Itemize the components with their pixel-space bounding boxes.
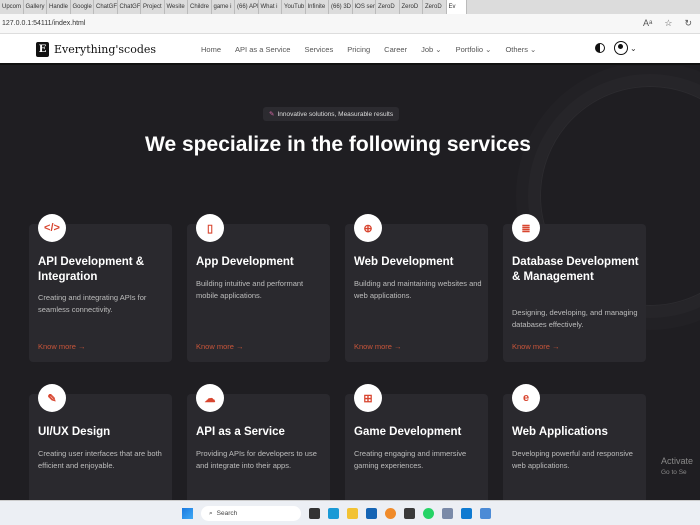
browser-tab[interactable]: Ev (446, 0, 467, 14)
nav-others[interactable]: Others ⌄ (505, 45, 536, 54)
service-title: Web Development (354, 256, 454, 268)
site-navbar: E Everything'scodes Home API as a Service… (0, 34, 700, 65)
nav-services[interactable]: Services (304, 45, 333, 54)
service-title: App Development (196, 256, 294, 268)
mobile-icon: ▯ (196, 214, 224, 242)
know-more-link[interactable]: Know more → (38, 342, 86, 351)
favorite-star-icon[interactable]: ☆ (664, 18, 672, 29)
browser-tab[interactable]: Google (71, 0, 94, 14)
service-title: UI/UX Design (38, 426, 111, 438)
browser-tab-bar: Upcom Gallery Handle Google ChatGF ChatGF Proj… (0, 0, 700, 14)
brand-name: Everything'scodes (54, 43, 157, 56)
nav-job[interactable]: Job ⌄ (421, 45, 441, 54)
url-text[interactable]: 127.0.0.1:54111/index.html (2, 20, 85, 27)
service-card: e Web Applications Developing powerful a… (503, 384, 646, 500)
brand-logo[interactable]: E Everything'scodes (36, 42, 156, 57)
service-description: Creating engaging and immersive gaming e… (354, 448, 467, 470)
taskbar-search[interactable]: ⌕ Search (201, 506, 301, 521)
browser-tab[interactable]: (66) 3D (329, 0, 353, 14)
service-title: API as a Service (196, 426, 285, 438)
browser-tab[interactable]: Wesite (165, 0, 188, 14)
pen-icon: ✎ (38, 384, 66, 412)
browser-tab[interactable]: ZeroD (423, 0, 447, 14)
edge-icon[interactable] (328, 508, 339, 519)
browser-tab[interactable]: (66) API (235, 0, 259, 14)
address-bar[interactable]: 127.0.0.1:54111/index.html Aᵃ ☆ ↻ (0, 14, 700, 34)
browser-tab[interactable]: What i (259, 0, 282, 14)
service-description: Developing powerful and responsive web a… (512, 448, 633, 470)
camera-icon[interactable] (442, 508, 453, 519)
read-aloud-icon[interactable]: Aᵃ (643, 18, 652, 29)
rocket-icon: ✎ (269, 111, 275, 118)
service-card: </> API Development & Integration Creati… (29, 214, 172, 362)
nav-home[interactable]: Home (201, 45, 221, 54)
globe-icon: ⊕ (354, 214, 382, 242)
windows-start-icon[interactable] (182, 508, 193, 519)
know-more-link[interactable]: Know more → (354, 342, 402, 351)
service-description: Providing APIs for developers to use and… (196, 448, 317, 470)
service-title: Database Development & Management (512, 256, 639, 283)
browser-tab[interactable]: Infinite (306, 0, 329, 14)
service-title: Game Development (354, 426, 462, 438)
service-description: Building intuitive and performant mobile… (196, 278, 304, 300)
browser-tab[interactable]: ChatGF (118, 0, 141, 14)
notepad-icon[interactable] (480, 508, 491, 519)
service-card: ≣ Database Development & Management Desi… (503, 214, 646, 362)
logo-icon: E (36, 42, 49, 57)
refresh-icon[interactable]: ↻ (684, 18, 692, 29)
service-title: API Development & Integration (38, 256, 145, 283)
nav-pricing[interactable]: Pricing (347, 45, 370, 54)
service-description: Creating and integrating APIs for seamle… (38, 293, 147, 314)
nav-api-service[interactable]: API as a Service (235, 45, 290, 54)
chevron-down-icon[interactable]: ⌄ (630, 44, 637, 53)
service-description: Designing, developing, and managing data… (512, 307, 638, 329)
file-explorer-icon[interactable] (347, 508, 358, 519)
code-icon: </> (38, 214, 66, 242)
task-view-icon[interactable] (309, 508, 320, 519)
search-icon: ⌕ (209, 510, 213, 517)
vscode-icon[interactable] (461, 508, 472, 519)
browser-tab[interactable]: ZeroD (400, 0, 423, 14)
taskbar: ⌕ Search (0, 500, 700, 525)
service-card: ⊕ Web Development Building and maintaini… (345, 214, 488, 362)
service-card: ✎ UI/UX Design Creating user interfaces … (29, 384, 172, 500)
browser-tab[interactable]: Handle (47, 0, 71, 14)
nav-menu: Home API as a Service Services Pricing C… (201, 45, 550, 54)
service-card: ⊞ Game Development Creating engaging and… (345, 384, 488, 500)
database-icon: ≣ (512, 214, 540, 242)
browser-tab[interactable]: Gallery (24, 0, 47, 14)
cloud-upload-icon: ☁ (196, 384, 224, 412)
service-description: Building and maintaining websites and we… (354, 278, 482, 300)
section-title: We specialize in the following services (145, 133, 531, 156)
browser-tab[interactable]: game i (212, 0, 235, 14)
service-card: ☁ API as a Service Providing APIs for de… (187, 384, 330, 500)
browser-tab[interactable]: ChatGF (94, 0, 118, 14)
store-icon[interactable] (366, 508, 377, 519)
service-title: Web Applications (512, 426, 608, 438)
browser-tab[interactable]: IOS ser (353, 0, 376, 14)
browser-tab[interactable]: ZeroD (376, 0, 400, 14)
browser-tab[interactable]: YouTub (282, 0, 306, 14)
know-more-link[interactable]: Know more → (196, 342, 244, 351)
services-section: ✎ Innovative solutions, Measurable result… (0, 66, 700, 500)
gamepad-icon: ⊞ (354, 384, 382, 412)
badge-text: Innovative solutions, Measurable results (277, 110, 394, 118)
whatsapp-icon[interactable] (423, 508, 434, 519)
browser-tab[interactable]: Project (141, 0, 165, 14)
nav-portfolio[interactable]: Portfolio ⌄ (456, 45, 492, 54)
service-card: ▯ App Development Building intuitive and… (187, 214, 330, 362)
hero-badge: ✎ Innovative solutions, Measurable result… (263, 107, 400, 121)
browser-tab[interactable]: Upcom (0, 0, 24, 14)
windows-activation-watermark: Activate Go to Se (661, 456, 694, 476)
blender-icon[interactable] (385, 508, 396, 519)
know-more-link[interactable]: Know more → (512, 342, 560, 351)
user-avatar-icon[interactable] (614, 41, 628, 55)
nav-career[interactable]: Career (384, 45, 407, 54)
web-app-icon: e (512, 384, 540, 412)
service-description: Creating user interfaces that are both e… (38, 448, 162, 470)
browser-tab[interactable]: Childre (188, 0, 212, 14)
theme-toggle-icon[interactable] (595, 43, 605, 53)
app-icon[interactable] (404, 508, 415, 519)
